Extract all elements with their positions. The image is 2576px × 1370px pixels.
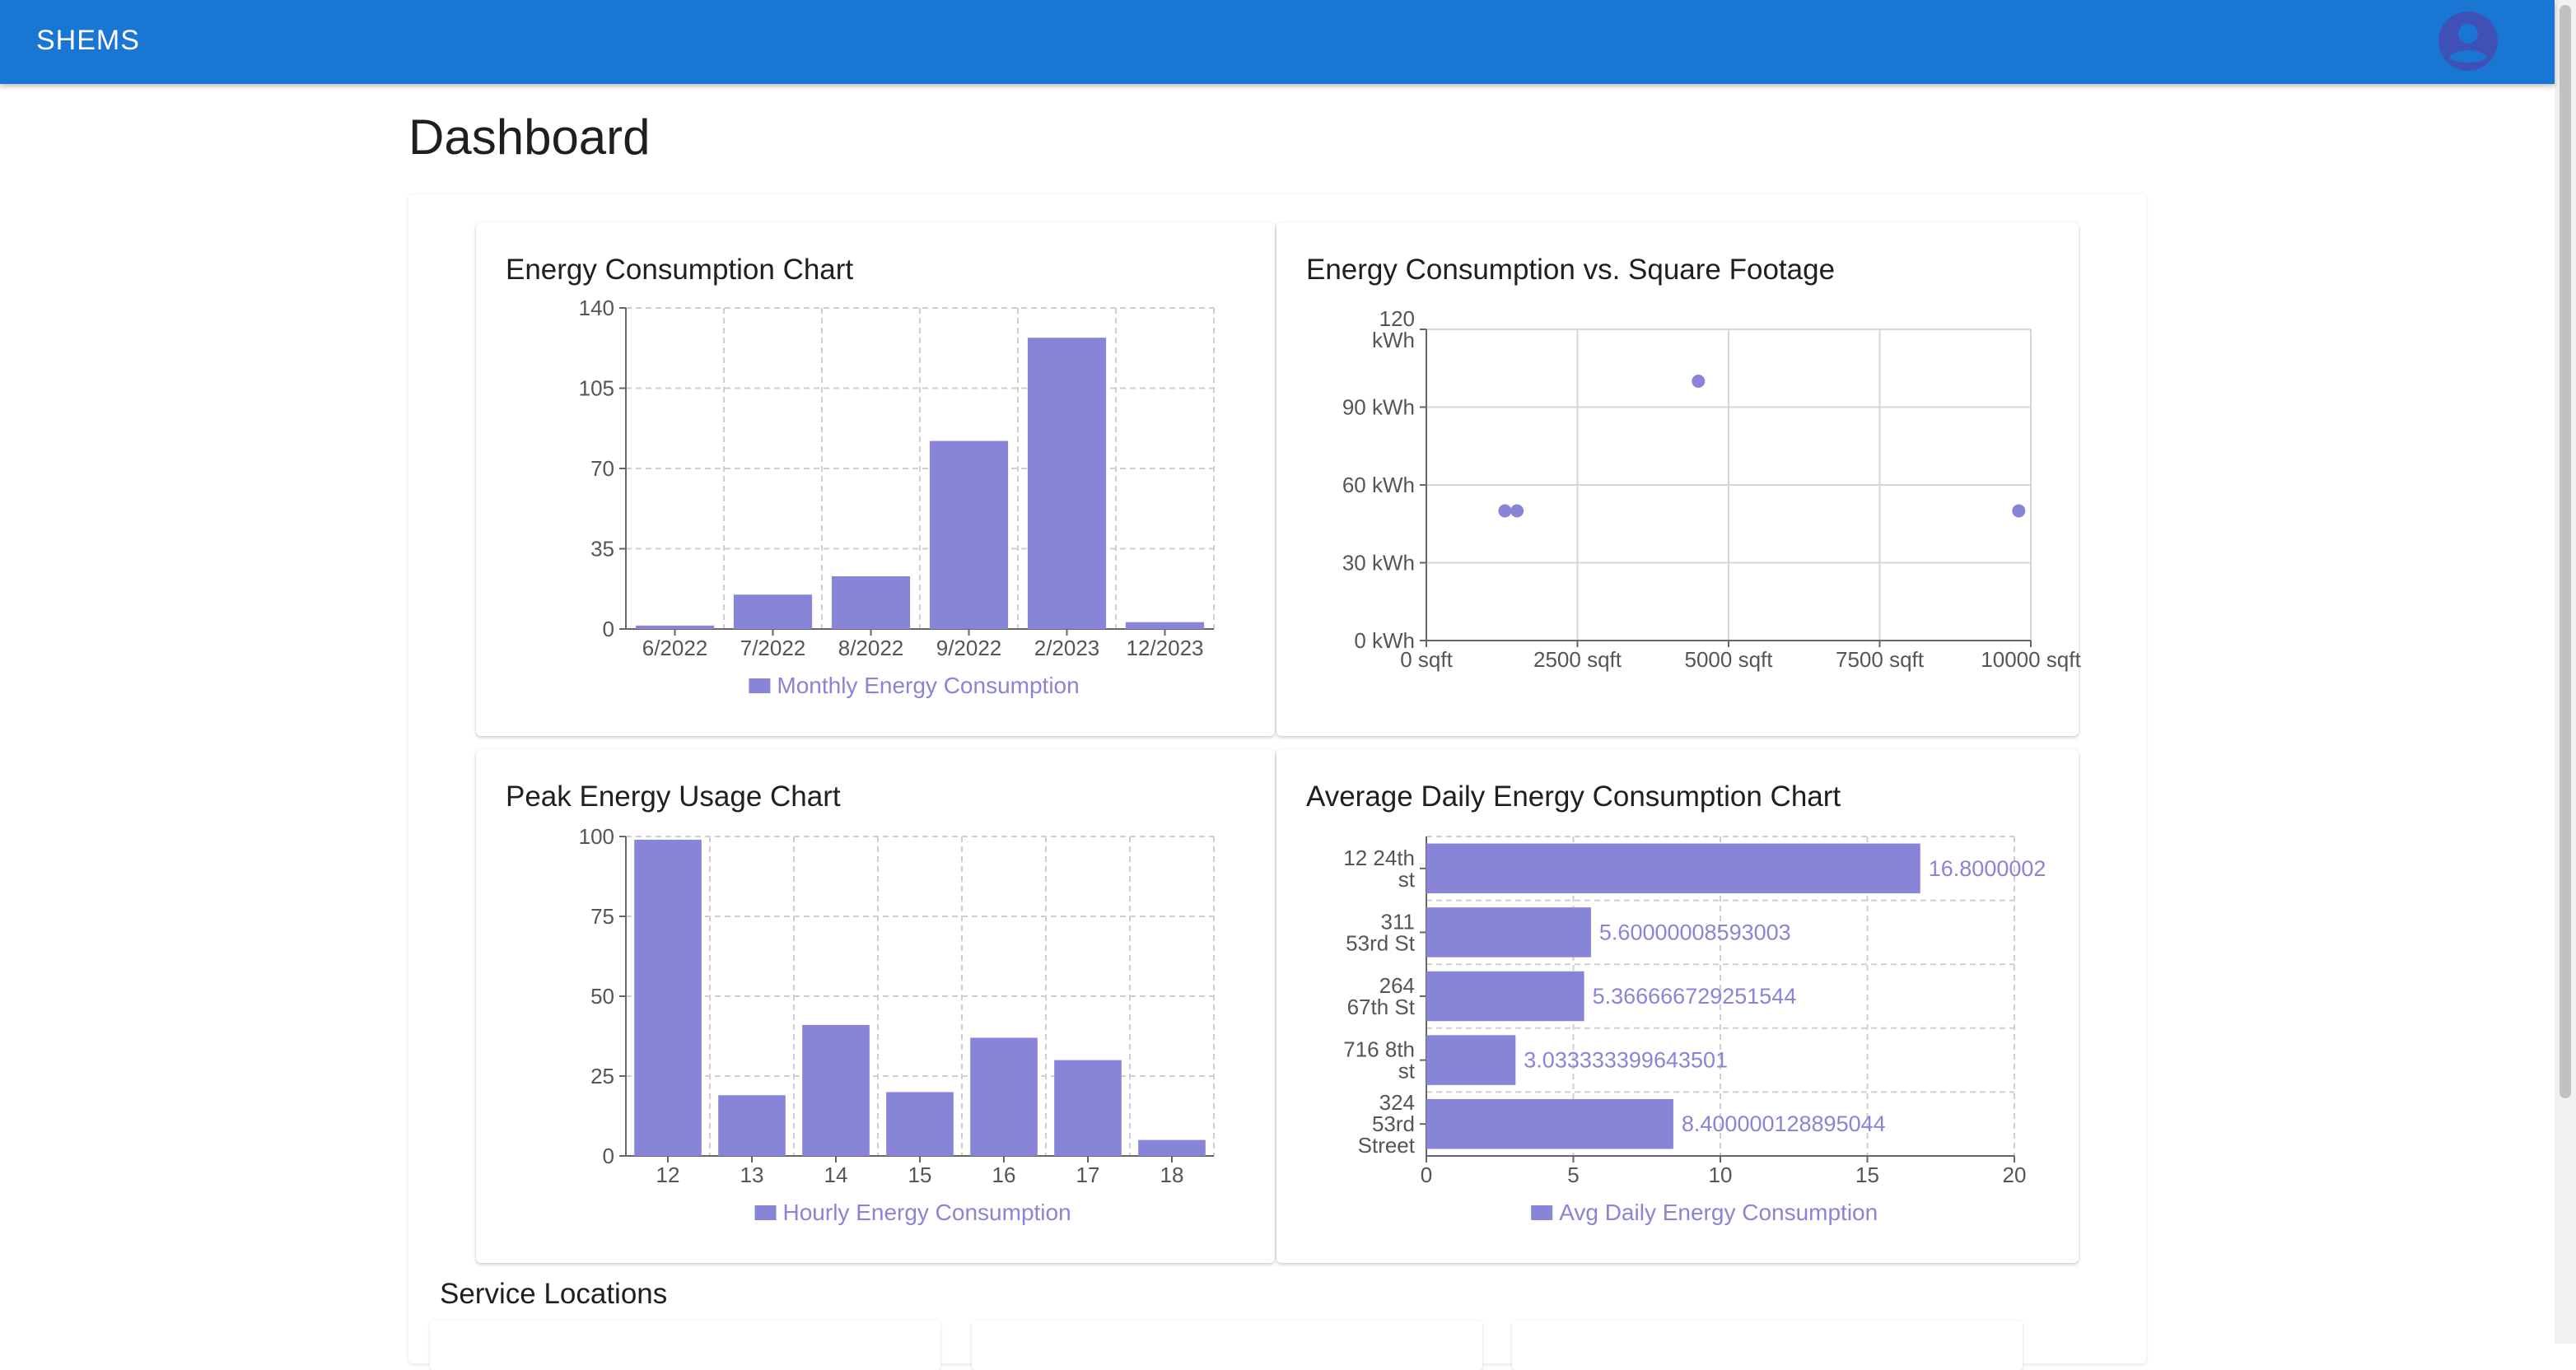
x-tick-label: 10000 sqft [1981,647,2081,672]
x-tick-label: 5000 sqft [1685,647,1774,672]
avg-daily-chart: 0 5 10 15 2012 24thst 16.800000231153rd St 5.6… [1343,836,2046,1225]
scatter-point [1498,504,1512,518]
account-button[interactable] [2436,12,2500,71]
data-label: 16.8000002 [1929,856,2046,881]
service-location-card[interactable] [430,1321,940,1370]
y-tick-label: 67th St [1347,995,1416,1019]
bar [1426,907,1591,958]
y-tick-label: 100 [579,824,614,849]
y-tick-label: 35 [590,537,614,562]
page-title: Dashboard [408,110,651,165]
bar [733,594,813,629]
x-tick-label: 13 [740,1163,764,1187]
x-tick-label: 0 [1421,1163,1432,1187]
scatter-point [1510,504,1524,518]
bar [635,625,715,629]
bar [1426,1098,1673,1149]
energy-consumption-chart: 0 35 70 105 140 6/2022 7/2022 8/2022 9/2022 2/202… [579,296,1215,698]
y-tick-label: 53rd St [1346,930,1416,955]
x-tick-label: 2500 sqft [1533,647,1622,672]
energy-vs-sqft-card: Energy Consumption vs. Square Footage 0 … [1276,222,2082,736]
y-tick-label: 90 kWh [1342,395,1415,420]
service-locations-heading: Service Locations [440,1278,668,1310]
y-tick-label: 60 kWh [1342,473,1415,497]
x-tick-label: 15 [1855,1163,1879,1187]
service-location-card[interactable] [972,1321,1482,1370]
x-tick-label: 12/2023 [1127,636,1204,660]
scrollbar-thumb[interactable] [2560,5,2571,1098]
legend-label: Hourly Energy Consumption [783,1200,1071,1225]
y-tick-label: Street [1358,1133,1416,1158]
bar [1125,622,1205,629]
bar [802,1024,870,1156]
app-bar: SHEMS [0,0,2555,84]
legend-swatch [749,678,771,693]
bar [1027,338,1107,629]
energy-vs-sqft-chart: 0 sqft 2500 sqft 5000 sqft 7500 sqft 10000 s… [1342,306,2082,672]
y-tick-label: 140 [579,296,614,320]
x-tick-label: 20 [2003,1163,2027,1187]
scatter-point [2012,504,2026,518]
data-label: 5.60000008593003 [1599,920,1791,944]
bar [970,1037,1038,1156]
legend-swatch [1531,1205,1553,1220]
x-tick-label: 10 [1709,1163,1733,1187]
x-tick-label: 8/2022 [838,636,904,660]
y-tick-label: 50 [590,984,614,1009]
peak-usage-chart: 0 25 50 75 100 12 13 14 15 16 17 18 Hourly Energy Co… [579,824,1215,1225]
bar [929,440,1009,629]
x-tick-label: 14 [824,1163,848,1187]
y-tick-label: 75 [590,904,614,929]
bar [1426,971,1584,1022]
y-tick-label: 30 kWh [1342,551,1415,575]
y-tick-label: 25 [590,1064,614,1088]
x-tick-label: 17 [1076,1163,1100,1187]
legend-swatch [754,1205,777,1220]
data-label: 3.033333399643501 [1524,1048,1728,1073]
y-tick-label: 70 [590,456,614,481]
app-title[interactable]: SHEMS [36,25,140,57]
peak-usage-card: Peak Energy Usage Chart 0 25 50 75 100 12 13 14… [476,749,1275,1263]
legend-label: Monthly Energy Consumption [777,673,1079,698]
legend-label: Avg Daily Energy Consumption [1559,1200,1878,1225]
x-tick-label: 7500 sqft [1836,647,1925,672]
data-label: 5.366666729251544 [1593,984,1797,1009]
x-tick-label: 18 [1160,1163,1184,1187]
bar [1426,843,1920,894]
bar [1138,1139,1206,1156]
y-tick-label: st [1398,1059,1416,1083]
x-tick-label: 12 [656,1163,680,1187]
y-tick-label: 0 [603,1144,614,1168]
x-tick-label: 5 [1567,1163,1579,1187]
avg-daily-card: Average Daily Energy Consumption Chart 0… [1276,749,2079,1263]
account-circle-icon [2438,12,2498,71]
x-tick-label: 2/2023 [1034,636,1100,660]
y-tick-label: 0 kWh [1354,628,1415,653]
bar [886,1092,954,1156]
scatter-point [1692,375,1706,388]
y-tick-label: 0 [603,617,614,641]
bar [718,1095,786,1156]
y-tick-label: kWh [1372,328,1415,352]
bar [1426,1035,1516,1085]
y-tick-label: 105 [579,376,614,401]
x-tick-label: 15 [908,1163,932,1187]
bar [1054,1060,1122,1156]
bar [634,839,702,1156]
x-tick-label: 9/2022 [936,636,1002,660]
service-location-card[interactable] [1512,1321,2023,1370]
energy-consumption-card: Energy Consumption Chart 0 35 70 105 140 6/20… [476,222,1275,736]
x-tick-label: 16 [992,1163,1016,1187]
data-label: 8.400000128895044 [1682,1111,1886,1136]
x-tick-label: 7/2022 [740,636,806,660]
y-tick-label: st [1398,867,1416,892]
x-tick-label: 6/2022 [642,636,708,660]
bar [831,575,911,629]
